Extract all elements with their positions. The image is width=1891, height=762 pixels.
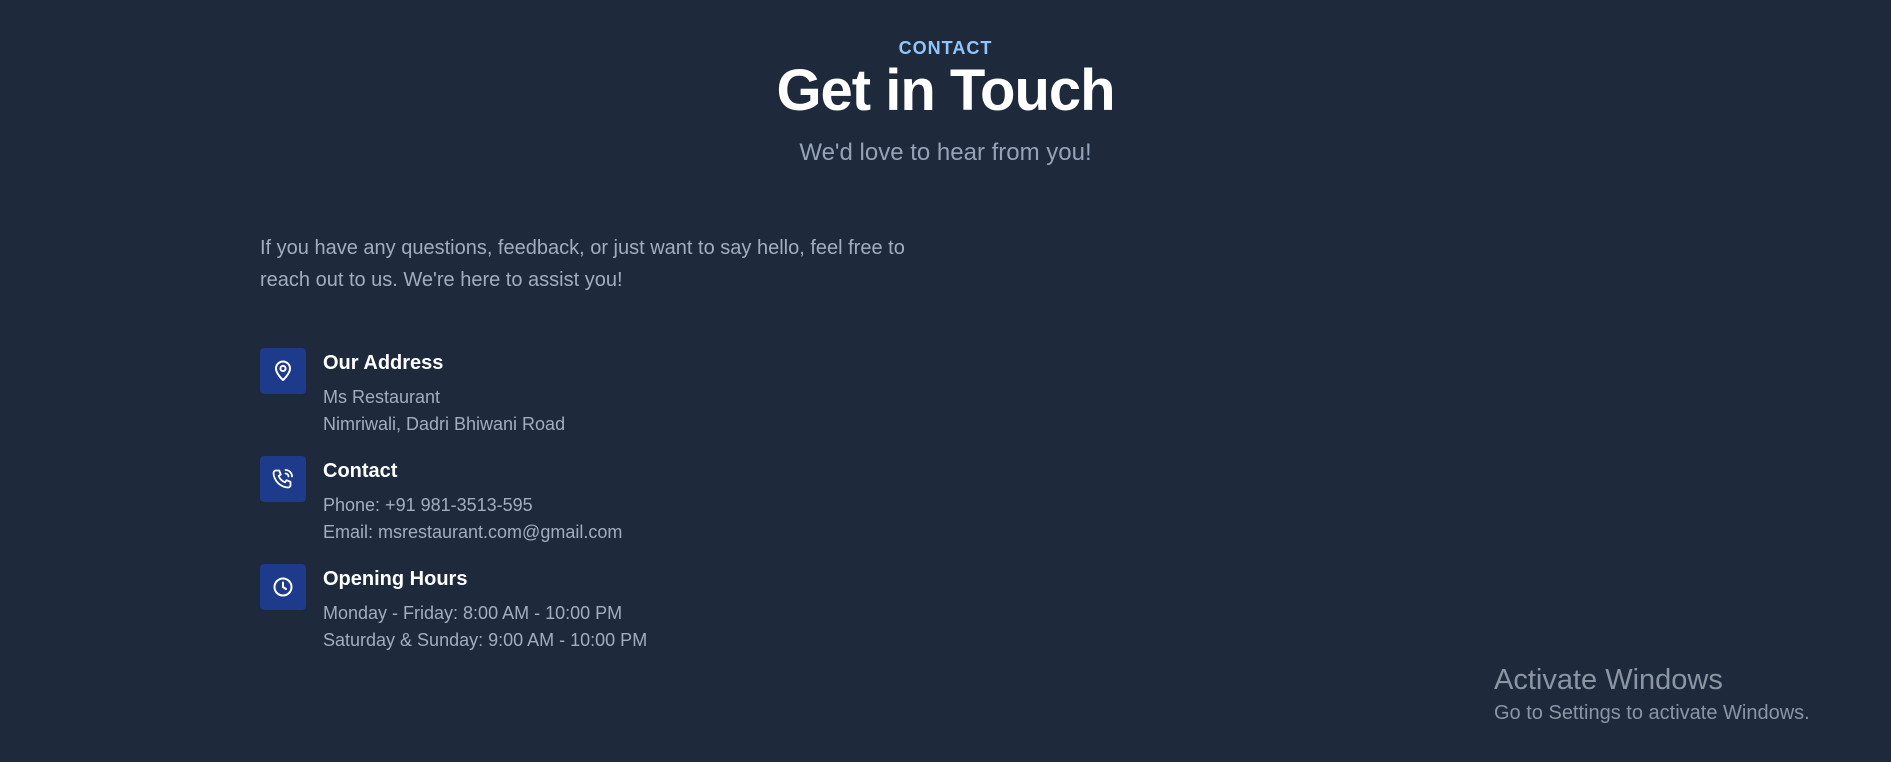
hours-item: Opening Hours Monday - Friday: 8:00 AM -… <box>260 564 647 672</box>
map-pin-icon <box>260 348 306 394</box>
hours-title: Opening Hours <box>323 568 468 590</box>
address-line-2: Nimriwali, Dadri Bhiwani Road <box>323 414 566 434</box>
phone-line: Phone: +91 981-3513-595 <box>323 495 533 515</box>
address-item: Our Address Ms Restaurant Nimriwali, Dad… <box>260 348 647 456</box>
contact-text: Contact Phone: +91 981-3513-595 Email: m… <box>323 456 622 546</box>
clock-icon <box>260 564 306 610</box>
contact-title: Contact <box>323 460 398 482</box>
hours-text: Opening Hours Monday - Friday: 8:00 AM -… <box>323 564 647 654</box>
watermark-subtitle: Go to Settings to activate Windows. <box>1494 702 1810 724</box>
address-text: Our Address Ms Restaurant Nimriwali, Dad… <box>323 348 565 438</box>
address-title: Our Address <box>323 352 444 374</box>
page-title: Get in Touch <box>776 58 1115 123</box>
intro-text: If you have any questions, feedback, or … <box>260 237 905 291</box>
section-header: CONTACT Get in Touch We'd love to hear f… <box>0 36 1891 168</box>
contact-item: Contact Phone: +91 981-3513-595 Email: m… <box>260 456 647 564</box>
page-subtitle: We'd love to hear from you! <box>799 139 1092 166</box>
email-line: Email: msrestaurant.com@gmail.com <box>323 522 623 542</box>
windows-activation-watermark: Activate Windows Go to Settings to activ… <box>1494 662 1810 726</box>
section-eyebrow: CONTACT <box>898 38 993 58</box>
weekday-hours: Monday - Friday: 8:00 AM - 10:00 PM <box>323 603 623 623</box>
address-line-1: Ms Restaurant <box>323 387 441 407</box>
weekend-hours: Saturday & Sunday: 9:00 AM - 10:00 PM <box>323 630 648 650</box>
phone-icon <box>260 456 306 502</box>
watermark-title: Activate Windows <box>1494 664 1723 696</box>
contact-info-list: Our Address Ms Restaurant Nimriwali, Dad… <box>260 348 647 672</box>
contact-page: CONTACT Get in Touch We'd love to hear f… <box>0 0 1891 762</box>
